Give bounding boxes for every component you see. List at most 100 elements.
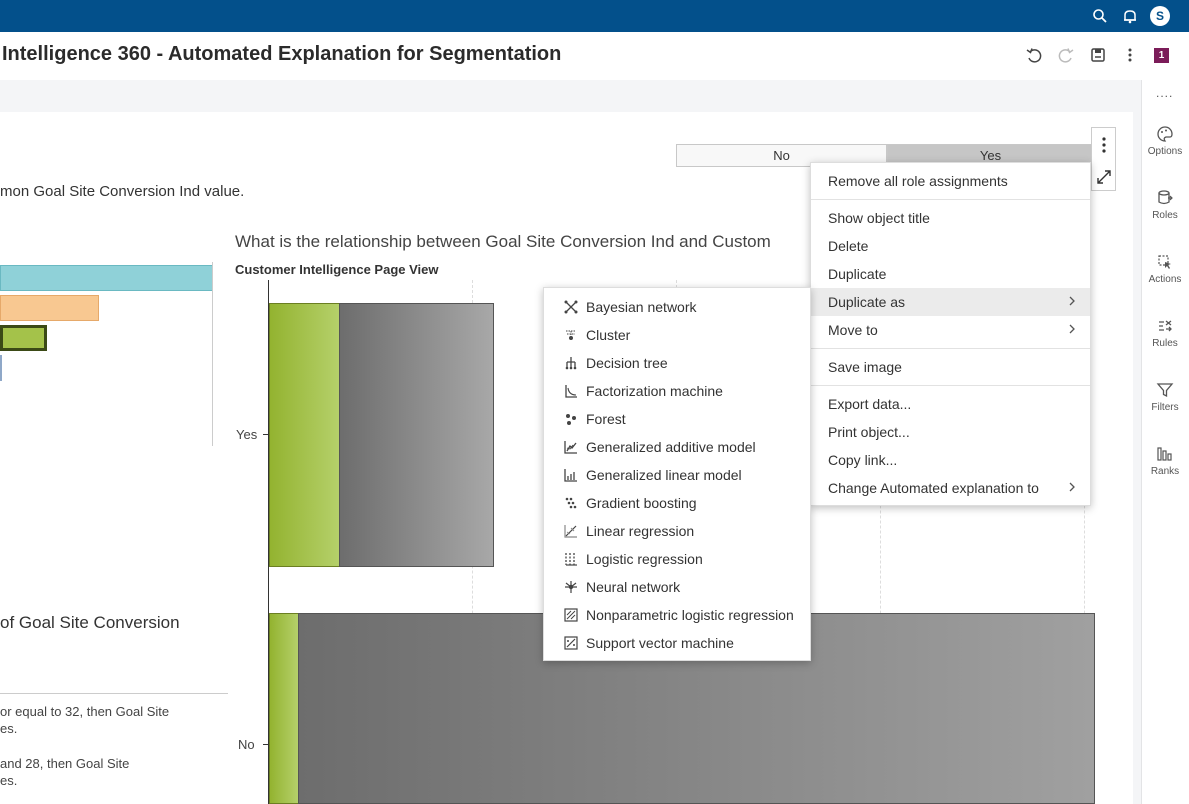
submenu-item-label: Factorization machine — [586, 383, 723, 399]
submenu-item-label: Forest — [586, 411, 626, 427]
submenu-item-label: Support vector machine — [586, 635, 734, 651]
rail-item-ranks[interactable]: Ranks — [1141, 445, 1189, 477]
nonparametric-logistic-regression-icon — [564, 608, 578, 622]
chevron-right-icon — [1069, 482, 1075, 492]
rail-item-label: Ranks — [1150, 466, 1180, 477]
submenu-item-label: Nonparametric logistic regression — [586, 607, 794, 623]
menu-item-move-to[interactable]: Move to — [811, 316, 1090, 344]
rail-item-roles[interactable]: Roles — [1141, 189, 1189, 221]
object-menu-icon[interactable] — [1098, 136, 1110, 154]
submenu-item-linear-regression[interactable]: Linear regression — [544, 517, 810, 545]
menu-divider — [811, 385, 1090, 386]
bayesian-network-icon — [564, 300, 578, 314]
bar-no-green[interactable] — [269, 613, 299, 804]
submenu-item-label: Decision tree — [586, 355, 668, 371]
rule-line: es. — [0, 773, 18, 788]
submenu-item-label: Generalized linear model — [586, 467, 742, 483]
palette-icon — [1157, 126, 1173, 142]
rules-icon — [1159, 320, 1172, 332]
menu-item-delete[interactable]: Delete — [811, 232, 1090, 260]
more-vertical-icon[interactable] — [1121, 46, 1139, 64]
bell-icon[interactable] — [1121, 7, 1139, 25]
menu-item-duplicate-as[interactable]: Duplicate as — [811, 288, 1090, 316]
menu-item-label: Duplicate as — [828, 294, 906, 310]
rail-item-label: Roles — [1152, 210, 1178, 221]
left-bar-teal[interactable] — [0, 265, 213, 291]
y-axis-line — [268, 280, 269, 804]
submenu-item-logistic-regression[interactable]: Logistic regression — [544, 545, 810, 573]
rail-item-options[interactable]: Options — [1141, 125, 1189, 157]
bar-yes-gray[interactable] — [339, 303, 494, 567]
search-icon[interactable] — [1091, 7, 1109, 25]
logistic-regression-icon — [565, 553, 577, 566]
left-bar-green-selected[interactable] — [0, 325, 47, 351]
submenu-item-glm[interactable]: Generalized linear model — [544, 461, 810, 489]
y-label-no: No — [238, 737, 255, 752]
rule-line: and 28, then Goal Site — [0, 756, 130, 771]
submenu-item-label: Logistic regression — [586, 551, 703, 567]
submenu-item-nonparametric-logistic-regression[interactable]: Nonparametric logistic regression — [544, 601, 810, 629]
database-icon — [1158, 190, 1173, 205]
submenu-item-neural-network[interactable]: Neural network — [544, 573, 810, 601]
save-icon[interactable] — [1089, 46, 1107, 64]
explanation-text: mon Goal Site Conversion Ind value. — [0, 183, 245, 200]
bar-yes-green[interactable] — [269, 303, 340, 567]
rule-line: or equal to 32, then Goal Site — [0, 704, 170, 719]
submenu-item-decision-tree[interactable]: Decision tree — [544, 349, 810, 377]
submenu-item-cluster[interactable]: Cluster — [544, 321, 810, 349]
linear-regression-icon — [564, 525, 577, 538]
rail-item-label: Actions — [1148, 274, 1182, 285]
decision-tree-icon — [565, 357, 577, 370]
redo-icon[interactable] — [1057, 46, 1075, 64]
gam-icon — [564, 441, 577, 454]
menu-item-show-title[interactable]: Show object title — [811, 204, 1090, 232]
menu-item-duplicate[interactable]: Duplicate — [811, 260, 1090, 288]
menu-item-remove-roles[interactable]: Remove all role assignments — [811, 167, 1090, 195]
rail-more-button[interactable]: .... — [1156, 86, 1173, 100]
submenu-item-gam[interactable]: Generalized additive model — [544, 433, 810, 461]
gradient-boosting-icon — [565, 497, 577, 509]
rail-item-rules[interactable]: Rules — [1141, 317, 1189, 349]
left-bar-orange[interactable] — [0, 295, 99, 321]
menu-item-label: Move to — [828, 322, 878, 338]
maximize-icon[interactable] — [1095, 168, 1113, 186]
chevron-right-icon — [1069, 296, 1075, 306]
page-count-badge[interactable]: 1 — [1154, 48, 1169, 63]
rail-item-label: Filters — [1151, 402, 1179, 413]
left-chart-axis — [212, 262, 213, 446]
menu-item-save-image[interactable]: Save image — [811, 353, 1090, 381]
left-bar-blue[interactable] — [0, 355, 2, 381]
neural-network-icon — [565, 581, 577, 593]
menu-divider — [811, 199, 1090, 200]
rail-item-label: Options — [1147, 146, 1183, 157]
duplicate-as-submenu: Bayesian network Cluster Decision tree F… — [543, 287, 811, 661]
submenu-item-bayesian-network[interactable]: Bayesian network — [544, 293, 810, 321]
menu-item-export-data[interactable]: Export data... — [811, 390, 1090, 418]
cursor-icon — [1158, 255, 1171, 269]
submenu-item-label: Neural network — [586, 579, 681, 595]
menu-item-label: Change Automated explanation to — [828, 480, 1039, 496]
submenu-item-label: Gradient boosting — [586, 495, 697, 511]
submenu-item-label: Generalized additive model — [586, 439, 756, 455]
ranks-icon — [1157, 447, 1172, 461]
factorization-machine-icon — [565, 385, 577, 398]
rule-line: es. — [0, 721, 18, 736]
object-context-menu: Remove all role assignments Show object … — [810, 162, 1091, 506]
rail-item-filters[interactable]: Filters — [1141, 381, 1189, 413]
submenu-item-gradient-boosting[interactable]: Gradient boosting — [544, 489, 810, 517]
menu-item-copy-link[interactable]: Copy link... — [811, 446, 1090, 474]
submenu-item-factorization-machine[interactable]: Factorization machine — [544, 377, 810, 405]
undo-icon[interactable] — [1025, 46, 1043, 64]
chevron-right-icon — [1069, 324, 1075, 334]
y-label-yes: Yes — [236, 427, 258, 442]
rail-item-label: Rules — [1152, 338, 1178, 349]
submenu-item-svm[interactable]: Support vector machine — [544, 629, 810, 657]
user-avatar[interactable]: S — [1150, 6, 1170, 26]
submenu-item-forest[interactable]: Forest — [544, 405, 810, 433]
glm-icon — [564, 469, 577, 482]
menu-divider — [811, 348, 1090, 349]
menu-item-change-explanation[interactable]: Change Automated explanation to — [811, 474, 1090, 502]
object-toolbar — [1091, 127, 1116, 191]
rail-item-actions[interactable]: Actions — [1141, 253, 1189, 285]
menu-item-print-object[interactable]: Print object... — [811, 418, 1090, 446]
